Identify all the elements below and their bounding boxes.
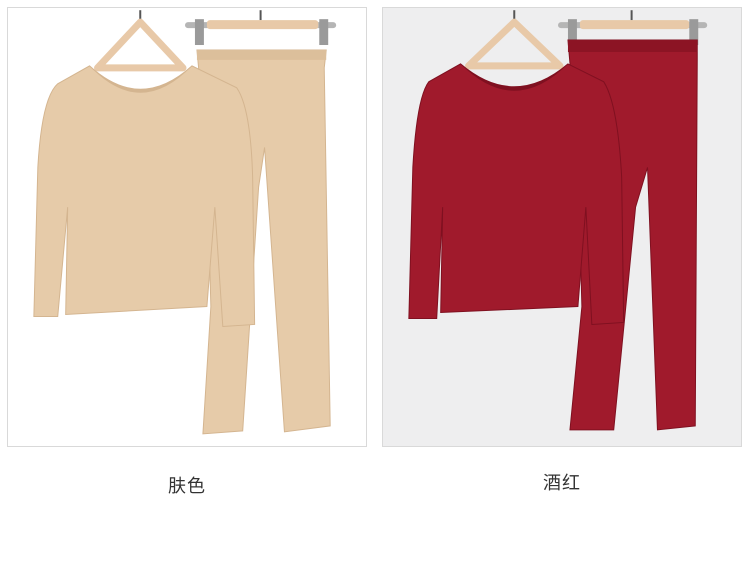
garment-illustration-skin (33, 10, 337, 435)
pants-hanger (185, 10, 337, 46)
shirt-shape (408, 63, 625, 325)
color-name-label: 肤色 (168, 476, 206, 497)
garment-illustration-red (408, 10, 708, 431)
color-name-label: 酒红 (543, 473, 581, 494)
product-image-skin-color[interactable] (7, 7, 367, 447)
shirt-hanger (465, 10, 564, 70)
shirt-shape (33, 65, 256, 327)
product-image-wine-red[interactable] (382, 7, 742, 447)
product-color-gallery: 肤色 酒红 (0, 0, 750, 572)
shirt-hanger (94, 10, 187, 72)
